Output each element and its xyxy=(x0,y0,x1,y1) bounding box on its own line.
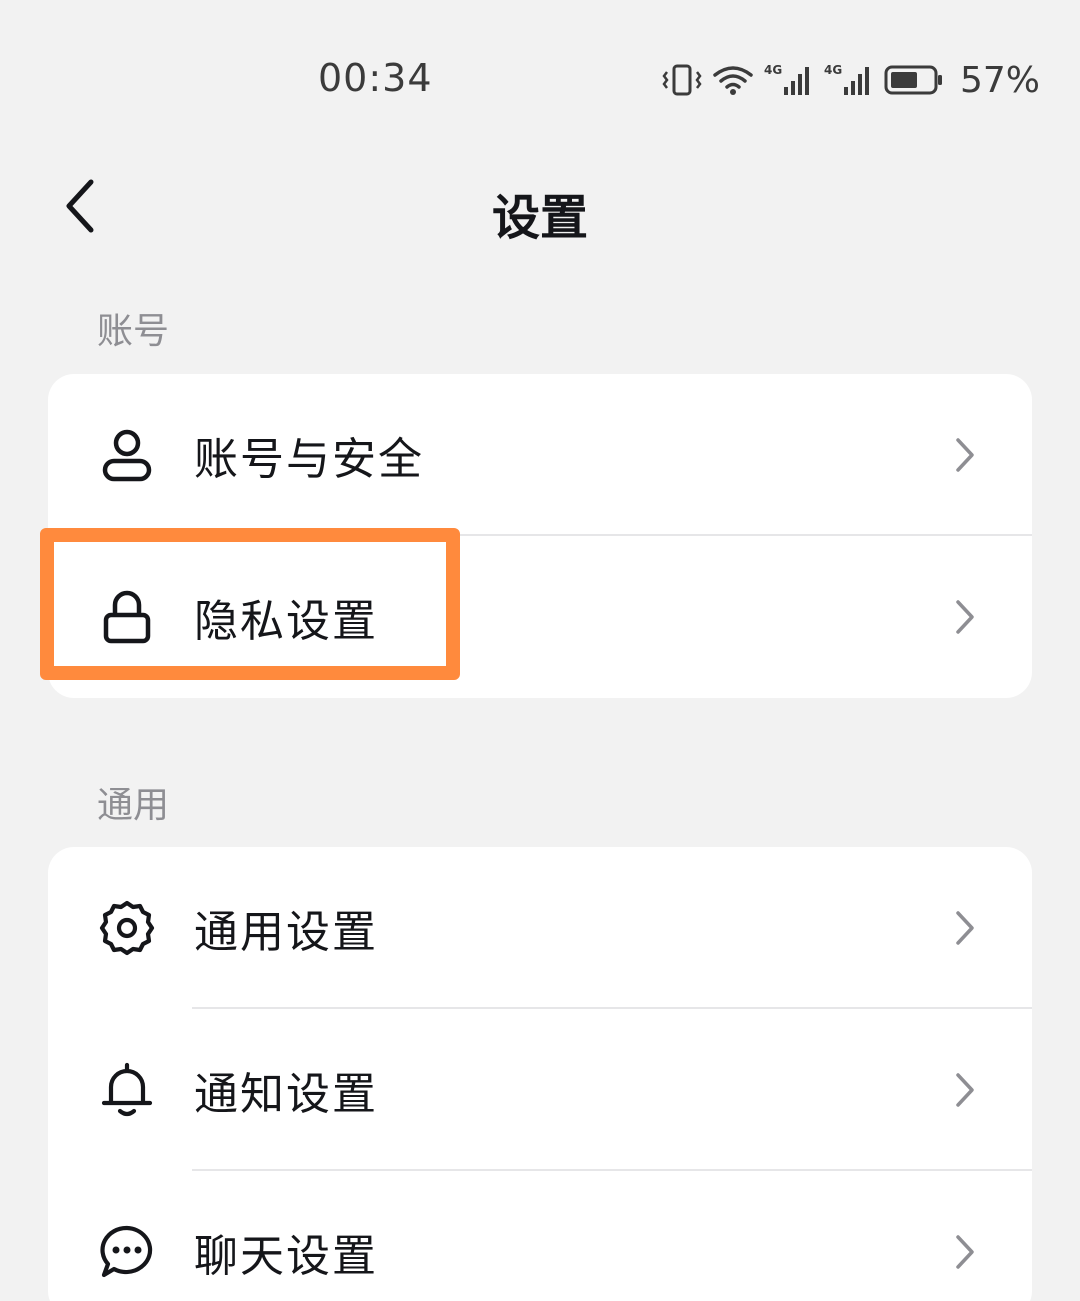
battery-icon xyxy=(884,63,944,97)
settings-row-label: 隐私设置 xyxy=(194,596,378,647)
signal-4g-icon: 4G xyxy=(824,63,874,97)
settings-row-label: 通知设置 xyxy=(194,1069,378,1120)
settings-row-notification[interactable]: 通知设置 xyxy=(48,1009,1032,1171)
account-card: 账号与安全 隐私设置 xyxy=(48,374,1032,698)
status-bar: 00:34 4G 4G 57% xyxy=(0,0,1080,160)
chat-bubble-icon xyxy=(98,1223,156,1281)
settings-row-label: 通用设置 xyxy=(194,907,378,958)
chevron-right-icon xyxy=(950,597,980,637)
page-title: 设置 xyxy=(491,190,588,246)
general-card: 通用设置 通知设置 聊天设置 xyxy=(48,847,1032,1301)
chevron-right-icon xyxy=(950,1070,980,1110)
settings-row-general[interactable]: 通用设置 xyxy=(48,847,1032,1009)
settings-screen: 00:34 4G 4G 57% 设置 账号 账号与安全 隐私设置 通用 通用设置… xyxy=(0,0,1080,1301)
wifi-icon xyxy=(712,63,754,97)
battery-percentage: 57% xyxy=(959,59,1040,101)
gear-icon xyxy=(98,899,156,957)
settings-row-chat[interactable]: 聊天设置 xyxy=(48,1171,1032,1301)
lock-icon xyxy=(98,588,156,646)
svg-text:4G: 4G xyxy=(824,63,842,77)
status-icons: 4G 4G 57% xyxy=(662,58,1040,102)
chevron-right-icon xyxy=(950,1232,980,1272)
settings-row-account-security[interactable]: 账号与安全 xyxy=(48,374,1032,536)
bell-icon xyxy=(98,1061,156,1119)
settings-row-privacy[interactable]: 隐私设置 xyxy=(48,536,1032,698)
section-label-general: 通用 xyxy=(97,785,170,826)
user-icon xyxy=(98,426,156,484)
chevron-right-icon xyxy=(950,435,980,475)
settings-row-label: 账号与安全 xyxy=(194,434,424,485)
status-time: 00:34 xyxy=(318,56,433,100)
vibrate-icon xyxy=(662,63,702,97)
signal-4g-icon: 4G xyxy=(764,63,814,97)
chevron-right-icon xyxy=(950,908,980,948)
section-label-account: 账号 xyxy=(97,311,170,352)
settings-row-label: 聊天设置 xyxy=(194,1231,378,1282)
svg-text:4G: 4G xyxy=(764,63,782,77)
